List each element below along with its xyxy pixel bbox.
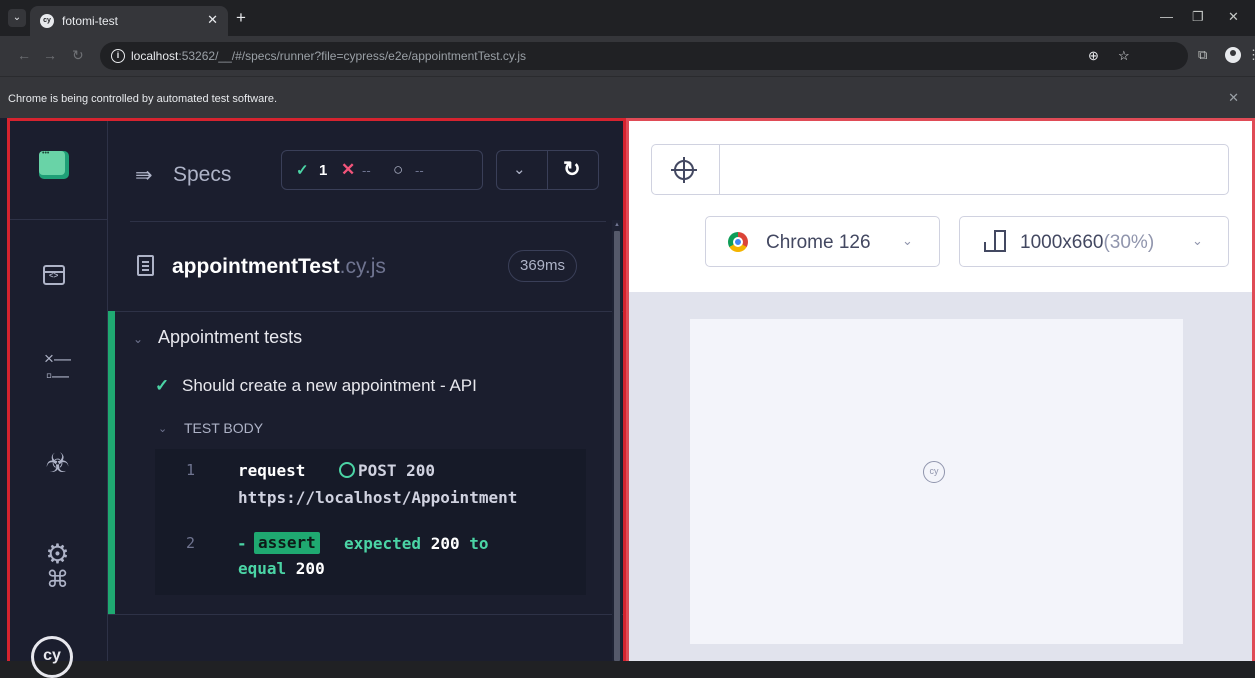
duration-badge: 369ms <box>508 250 578 282</box>
reload-icon[interactable]: ↻ <box>72 47 84 63</box>
assert-badge[interactable]: assert <box>254 532 320 554</box>
tab-title: fotomi-test <box>62 14 119 28</box>
cypress-logo-icon: cy <box>923 461 945 483</box>
forward-icon[interactable]: → <box>43 47 57 63</box>
site-info-icon[interactable]: i <box>111 49 125 63</box>
extensions-icon[interactable]: ⧉ <box>1198 47 1207 63</box>
shortcuts-icon[interactable]: ⌘ <box>7 566 108 593</box>
cypress-logo-icon[interactable]: cy <box>31 636 73 678</box>
divider <box>108 614 626 615</box>
command-log: 1 request POST 200 https://localhost/App… <box>155 449 586 595</box>
plus-icon[interactable]: + <box>236 9 246 26</box>
cypress-app: <> ×—▫— ☣ ⚙ ⌘ cy ⇛ Specs ✓ 1 ✕ -- ○ -- ⌄… <box>0 118 1255 678</box>
runner-icon[interactable]: <> <box>43 265 65 285</box>
viewport-select[interactable]: 1000x660(30%) ⌄ <box>959 216 1229 267</box>
chevron-down-icon[interactable]: ⌄ <box>513 160 526 178</box>
test-stats: ✓ 1 ✕ -- ○ -- <box>281 150 483 190</box>
pending-count: -- <box>415 163 424 178</box>
browser-tab-bar: ⌄ cy fotomi-test ✕ + — ❐ ✕ <box>0 0 1255 36</box>
specs-list-icon[interactable]: ×— ▫— <box>7 350 108 384</box>
browser-toolbar: ← → ↻ i localhost:53262/__/#/specs/runne… <box>0 36 1255 76</box>
specs-toggle-icon[interactable]: ⇛ <box>135 163 153 188</box>
divider <box>130 221 606 222</box>
pending-icon: ○ <box>393 160 404 179</box>
pass-indicator <box>108 311 115 615</box>
close-icon[interactable]: ✕ <box>207 12 218 28</box>
assert-message[interactable]: equal 200 <box>238 559 325 578</box>
divider <box>547 151 548 189</box>
check-icon: ✓ <box>155 376 170 395</box>
assert-message[interactable]: expected 200 to <box>344 534 489 553</box>
automation-infobar: Chrome is being controlled by automated … <box>0 76 1255 118</box>
kebab-menu-icon[interactable]: ⋮ <box>1247 47 1255 63</box>
aut-url-input[interactable] <box>719 144 1229 195</box>
crosshair-icon <box>671 157 697 183</box>
passed-count: 1 <box>319 162 328 179</box>
aut-iframe[interactable]: cy <box>690 319 1183 644</box>
test-body-label[interactable]: TEST BODY <box>184 420 263 436</box>
browser-select[interactable]: Chrome 126 ⌄ <box>705 216 940 267</box>
reporter-controls: ⌄ ↻ <box>496 150 599 190</box>
close-window-icon[interactable]: ✕ <box>1228 10 1239 24</box>
scroll-up-icon[interactable]: ▲ <box>614 222 620 228</box>
failed-count: -- <box>362 163 371 178</box>
command-message[interactable]: https://localhost/Appointment <box>238 488 517 507</box>
tab-menu-icon[interactable]: ⌄ <box>8 9 26 27</box>
chevron-down-icon[interactable]: ⌄ <box>158 422 167 435</box>
command-name[interactable]: request <box>238 461 305 480</box>
aut-panel: Chrome 126 ⌄ 1000x660(30%) ⌄ cy <box>626 118 1255 661</box>
command-message[interactable]: POST 200 <box>358 461 435 480</box>
command-number: 1 <box>186 461 196 479</box>
zoom-icon[interactable]: ⊕ <box>1088 48 1099 64</box>
cross-icon: ✕ <box>341 160 356 179</box>
divider <box>108 311 626 312</box>
pending-circle-icon <box>339 462 355 478</box>
aut-stage: cy <box>626 292 1255 661</box>
selector-playground-button[interactable] <box>651 144 719 195</box>
chevron-down-icon[interactable]: ⌄ <box>133 332 143 346</box>
debug-icon[interactable]: ☣ <box>7 448 108 479</box>
reporter-panel: ⇛ Specs ✓ 1 ✕ -- ○ -- ⌄ ↻ appointmentTes… <box>108 118 626 661</box>
scrollbar-thumb[interactable] <box>614 231 620 661</box>
browser-tab[interactable]: cy fotomi-test ✕ <box>30 6 228 36</box>
viewport-label: 1000x660(30%) <box>1020 232 1155 253</box>
close-icon[interactable]: ✕ <box>1228 90 1239 106</box>
test-title[interactable]: Should create a new appointment - API <box>182 376 477 396</box>
favicon-icon: cy <box>40 14 54 28</box>
chrome-icon <box>728 232 748 252</box>
chevron-down-icon: ⌄ <box>902 233 913 248</box>
restore-icon[interactable]: ❐ <box>1192 10 1204 24</box>
profile-icon[interactable] <box>1225 47 1241 63</box>
document-icon <box>137 255 154 276</box>
star-icon[interactable]: ☆ <box>1118 48 1130 64</box>
infobar-message: Chrome is being controlled by automated … <box>8 93 278 105</box>
suite-title[interactable]: Appointment tests <box>158 327 302 348</box>
spec-name[interactable]: appointmentTest.cy.js <box>172 255 386 279</box>
side-nav: <> ×—▫— ☣ ⚙ ⌘ cy <box>7 118 108 678</box>
command-dash: - <box>237 534 247 553</box>
specs-label[interactable]: Specs <box>173 163 231 187</box>
chevron-down-icon: ⌄ <box>1192 233 1203 248</box>
check-icon: ✓ <box>296 162 309 179</box>
divider <box>7 219 108 220</box>
minimize-icon[interactable]: — <box>1160 10 1173 24</box>
browser-label: Chrome 126 <box>766 232 871 253</box>
app-logo-icon[interactable] <box>39 150 69 179</box>
back-icon[interactable]: ← <box>17 47 31 63</box>
address-bar[interactable]: i localhost:53262/__/#/specs/runner?file… <box>100 42 1188 70</box>
url-text[interactable]: localhost:53262/__/#/specs/runner?file=c… <box>131 49 526 63</box>
command-number: 2 <box>186 534 196 552</box>
ruler-icon <box>984 230 1006 252</box>
rerun-icon[interactable]: ↻ <box>563 157 581 182</box>
